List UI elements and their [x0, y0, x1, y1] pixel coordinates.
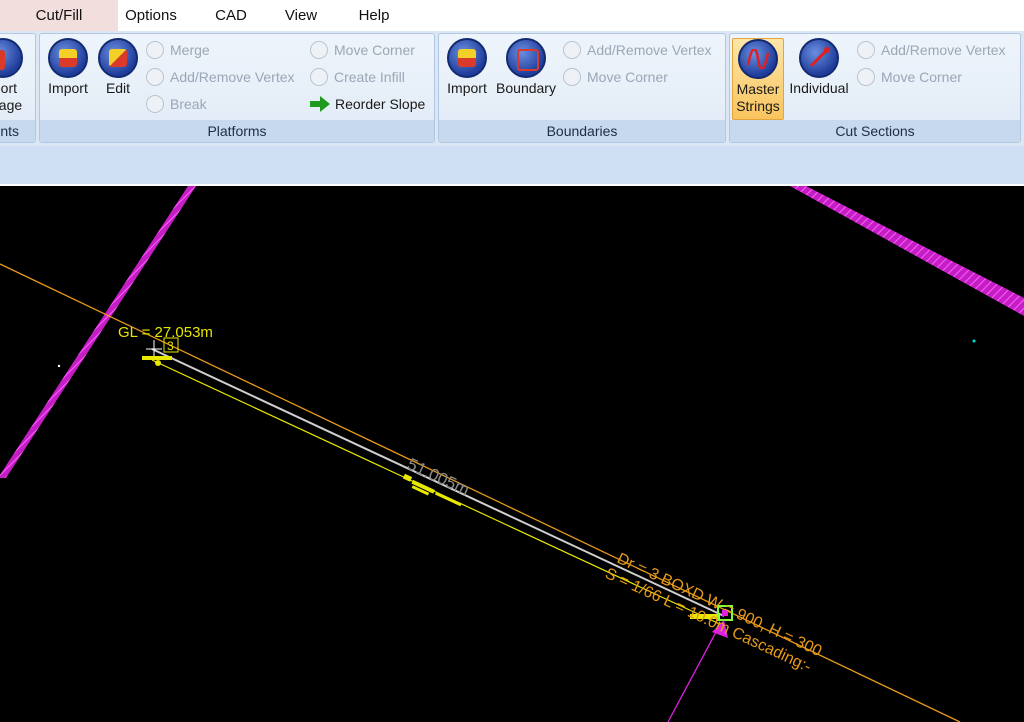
individual-label: Individual — [789, 80, 849, 96]
platforms-import-label: Import — [48, 80, 88, 96]
platforms-edit-button[interactable]: Edit — [95, 38, 141, 120]
boundary-label: Boundary — [496, 80, 556, 96]
create-infill-button[interactable]: Create Infill — [310, 66, 405, 88]
boundary-line-right — [790, 186, 1024, 316]
cut-add-vertex-icon — [857, 41, 875, 60]
points-import-icon — [0, 38, 23, 78]
individual-button[interactable]: Individual — [786, 38, 852, 120]
platforms-edit-label: Edit — [105, 80, 131, 96]
menu-options[interactable]: Options — [118, 0, 184, 31]
partial-group-label: ints — [0, 120, 35, 142]
boundary-icon — [506, 38, 546, 78]
create-infill-icon — [310, 68, 328, 87]
menu-cut-fill[interactable]: Cut/Fill — [0, 0, 118, 32]
merge-icon — [146, 41, 164, 60]
cad-canvas[interactable]: GL = 27.053m 3 51.005m Dr = 3 BOXD W = 9… — [0, 186, 1024, 722]
ribbon-group-platforms: Import Edit Merge Add/Remove Vertex Brea… — [39, 33, 435, 143]
import-icon — [48, 38, 88, 78]
break-button[interactable]: Break — [146, 93, 207, 115]
cut-add-remove-vertex-label: Add/Remove Vertex — [881, 42, 1006, 58]
boundary-import-icon — [447, 38, 487, 78]
gl-label: GL = 27.053m — [118, 324, 213, 341]
break-label: Break — [170, 96, 207, 112]
platforms-move-corner-label: Move Corner — [334, 42, 415, 58]
green-arrow-icon — [310, 96, 330, 113]
move-corner-icon — [310, 41, 328, 60]
platforms-import-button[interactable]: Import — [42, 38, 94, 120]
menu-view[interactable]: View — [272, 0, 330, 31]
cut-add-remove-vertex-button[interactable]: Add/Remove Vertex — [857, 39, 1006, 61]
leader-line — [667, 631, 717, 722]
create-infill-label: Create Infill — [334, 69, 405, 85]
stray-point — [57, 364, 61, 368]
start-dot — [155, 360, 161, 366]
menu-help[interactable]: Help — [345, 0, 403, 31]
pipe-annotation-line1: Dr = 3 BOXD W = 900, H = 300 — [614, 550, 824, 660]
add-vertex-icon — [146, 68, 164, 87]
node-label: 3 — [167, 339, 174, 353]
master-strings-icon — [738, 39, 778, 79]
toolbar-strip — [0, 146, 1024, 186]
boundaries-add-remove-vertex-label: Add/Remove Vertex — [587, 42, 712, 58]
boundaries-add-remove-vertex-button[interactable]: Add/Remove Vertex — [563, 39, 712, 61]
platforms-group-label: Platforms — [40, 120, 434, 142]
merge-button[interactable]: Merge — [146, 39, 210, 61]
boundary-button[interactable]: Boundary — [493, 38, 559, 120]
pipe-annotation-line2: S = 1/66 L = 10.0m Cascading:- — [602, 565, 813, 676]
boundaries-move-corner-label: Move Corner — [587, 69, 668, 85]
break-icon — [146, 95, 164, 114]
partial-button-label-2: nage — [0, 97, 23, 113]
cad-drawing: GL = 27.053m 3 51.005m Dr = 3 BOXD W = 9… — [0, 186, 1024, 722]
cut-sections-group-label: Cut Sections — [730, 120, 1020, 142]
platforms-add-remove-vertex-label: Add/Remove Vertex — [170, 69, 295, 85]
cut-move-corner-icon — [857, 68, 875, 87]
boundaries-group-label: Boundaries — [439, 120, 725, 142]
reorder-slope-button[interactable]: Reorder Slope — [310, 93, 425, 115]
master-strings-label-1: Master — [736, 81, 780, 97]
edit-icon — [98, 38, 138, 78]
ribbon-group-partial: port nage ints — [0, 33, 36, 143]
boundaries-import-button[interactable]: Import — [441, 38, 493, 120]
reorder-slope-label: Reorder Slope — [335, 96, 426, 112]
stray-point — [972, 339, 976, 343]
cut-move-corner-button[interactable]: Move Corner — [857, 66, 962, 88]
menu-cad[interactable]: CAD — [202, 0, 260, 31]
partial-import-button[interactable]: port nage — [0, 38, 35, 120]
master-strings-button[interactable]: Master Strings — [732, 38, 784, 120]
platforms-move-corner-button[interactable]: Move Corner — [310, 39, 415, 61]
partial-button-label-1: port — [0, 80, 17, 96]
master-strings-label-2: Strings — [736, 98, 780, 114]
boundary-move-corner-icon — [563, 68, 581, 87]
boundaries-move-corner-button[interactable]: Move Corner — [563, 66, 668, 88]
cut-move-corner-label: Move Corner — [881, 69, 962, 85]
start-bar — [142, 356, 172, 360]
boundary-add-vertex-icon — [563, 41, 581, 60]
individual-icon — [799, 38, 839, 78]
merge-label: Merge — [170, 42, 210, 58]
ribbon-group-boundaries: Import Boundary Add/Remove Vertex Move C… — [438, 33, 726, 143]
ribbon: port nage ints Import Edit Merge Add/Rem… — [0, 31, 1024, 146]
platforms-add-remove-vertex-button[interactable]: Add/Remove Vertex — [146, 66, 295, 88]
ribbon-group-cut-sections: Master Strings Individual Add/Remove Ver… — [729, 33, 1021, 143]
boundaries-import-label: Import — [447, 80, 487, 96]
menu-bar: Cut/Fill Options CAD View Help — [0, 0, 1024, 32]
